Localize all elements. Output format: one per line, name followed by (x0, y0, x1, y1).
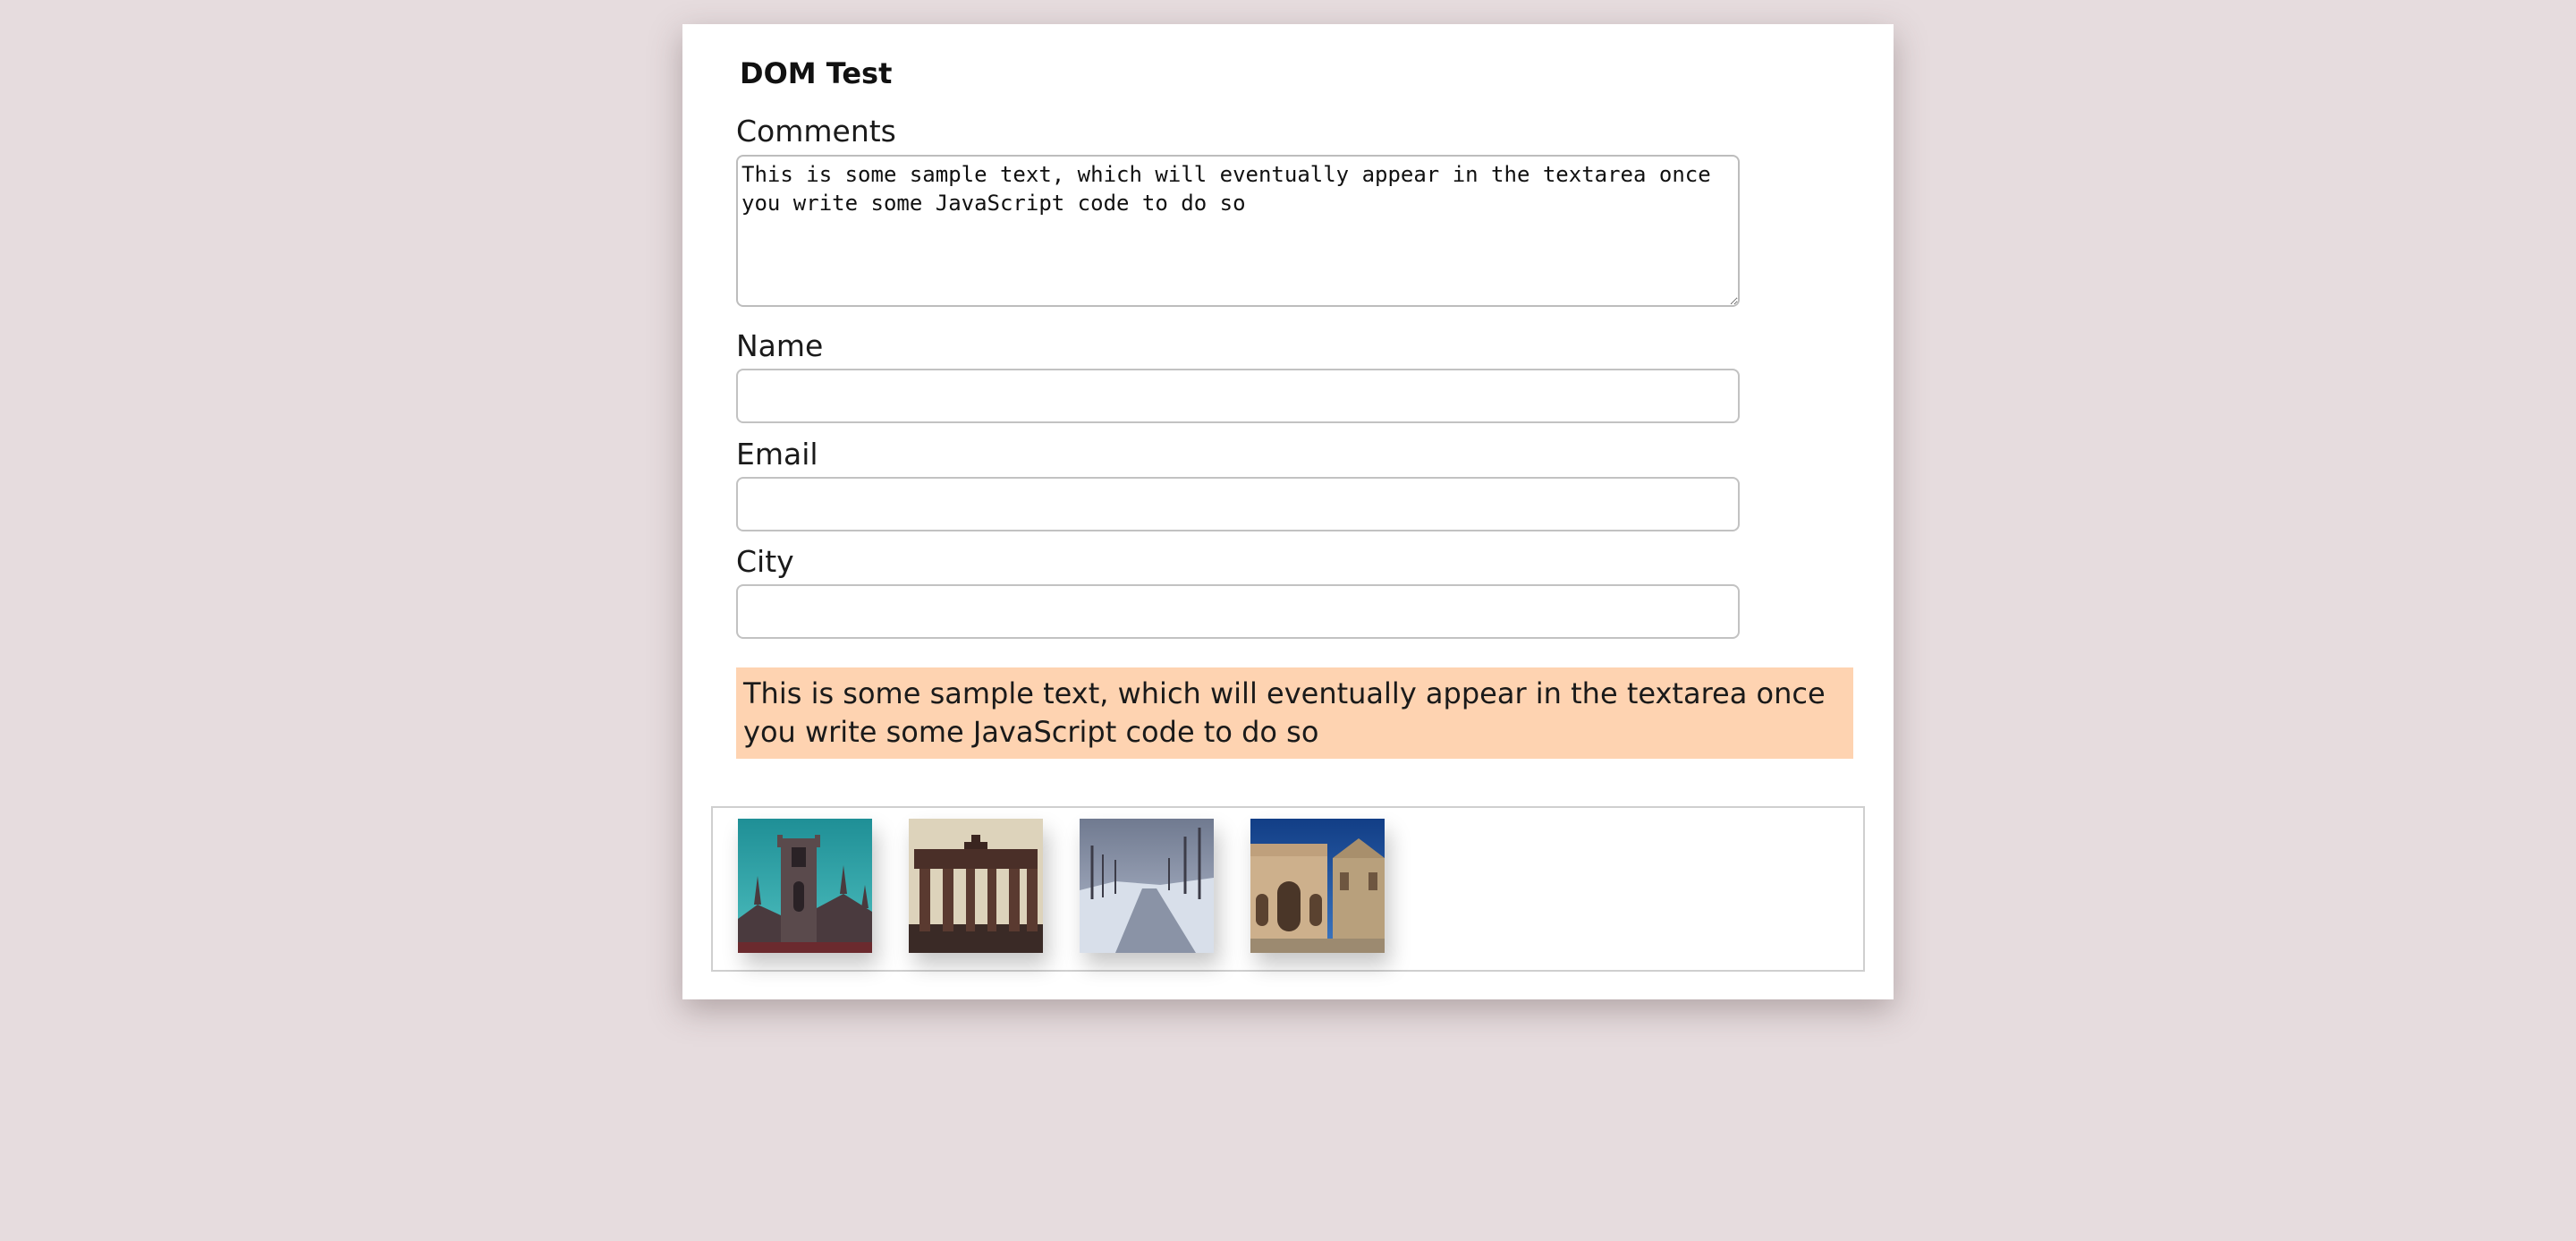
main-card: DOM Test Comments This is some sample te… (682, 24, 1894, 999)
snowy-road-image (1080, 819, 1214, 953)
comments-label: Comments (736, 114, 896, 149)
arch-image (1250, 819, 1385, 953)
email-label: Email (736, 437, 818, 472)
output-box: This is some sample text, which will eve… (736, 667, 1853, 759)
page-title: DOM Test (740, 56, 893, 90)
name-label: Name (736, 328, 824, 363)
gallery-thumbnail-arch[interactable] (1250, 819, 1385, 953)
email-input[interactable] (736, 477, 1740, 531)
city-label: City (736, 544, 794, 579)
city-input[interactable] (736, 584, 1740, 639)
gallery-thumbnail-snowy-road[interactable] (1080, 819, 1214, 953)
comments-textarea[interactable]: This is some sample text, which will eve… (736, 155, 1740, 307)
church-image (738, 819, 872, 953)
image-gallery (711, 806, 1865, 972)
gate-image (909, 819, 1043, 953)
gallery-thumbnail-church[interactable] (738, 819, 872, 953)
gallery-thumbnail-gate[interactable] (909, 819, 1043, 953)
name-input[interactable] (736, 369, 1740, 423)
